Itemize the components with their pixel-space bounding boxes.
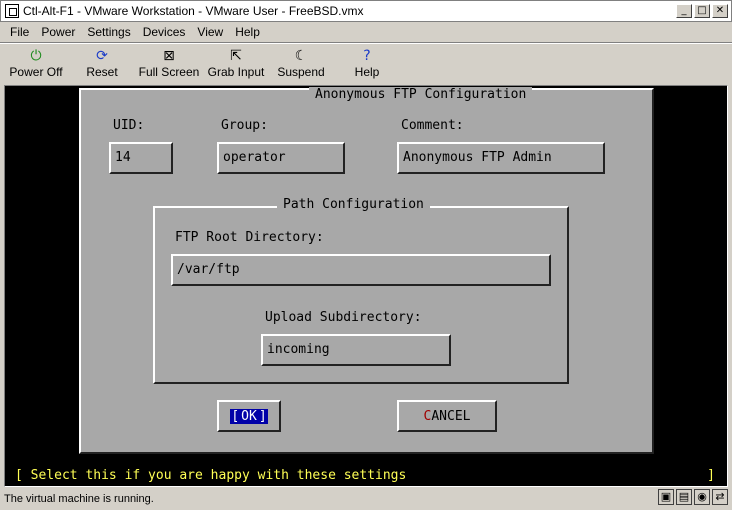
menu-devices[interactable]: Devices	[137, 25, 192, 39]
ok-bracket-right: ]	[257, 408, 268, 424]
moon-icon: ☾	[294, 48, 308, 64]
console-help-end: ]	[707, 468, 715, 483]
vm-console[interactable]: Anonymous FTP Configuration UID: 14 Grou…	[4, 85, 728, 487]
menu-file[interactable]: File	[4, 25, 35, 39]
cursor-icon: ⇱	[230, 48, 242, 64]
ok-button[interactable]: [OK]	[217, 400, 281, 432]
maximize-button[interactable]: □	[694, 4, 710, 18]
close-button[interactable]: ✕	[712, 4, 728, 18]
menu-help[interactable]: Help	[229, 25, 266, 39]
status-bar: The virtual machine is running. ▣ ▤ ◉ ⇄	[0, 487, 732, 510]
help-label: Help	[354, 65, 380, 79]
floppy-icon[interactable]: ▣	[658, 489, 674, 505]
power-off-button[interactable]: ⏻ Power Off	[0, 44, 72, 79]
status-text: The virtual machine is running.	[4, 492, 154, 505]
suspend-label: Suspend	[277, 65, 325, 79]
grab-input-button[interactable]: ⇱ Grab Input	[206, 44, 266, 79]
ftp-root-field[interactable]: /var/ftp	[171, 254, 551, 286]
menu-settings[interactable]: Settings	[81, 25, 136, 39]
menu-bar: File Power Settings Devices View Help	[0, 22, 732, 42]
help-button[interactable]: ? Help	[336, 44, 398, 79]
upload-label: Upload Subdirectory:	[265, 310, 422, 325]
comment-label: Comment:	[401, 118, 464, 133]
reset-button[interactable]: ⟳ Reset	[72, 44, 132, 79]
cancel-hotkey: C	[423, 408, 432, 424]
help-icon: ?	[363, 48, 371, 64]
cancel-button[interactable]: C ANCEL	[397, 400, 497, 432]
ok-bracket-left: [	[230, 408, 241, 424]
fullscreen-icon: ⊠	[163, 48, 175, 64]
comment-field[interactable]: Anonymous FTP Admin	[397, 142, 605, 174]
window-title: Ctl-Alt-F1 - VMware Workstation - VMware…	[23, 4, 364, 18]
uid-field[interactable]: 14	[109, 142, 173, 174]
ok-label: OK	[240, 408, 258, 424]
power-icon: ⏻	[30, 48, 42, 64]
ftp-config-dialog: Anonymous FTP Configuration UID: 14 Grou…	[79, 87, 654, 454]
suspend-button[interactable]: ☾ Suspend	[266, 44, 336, 79]
uid-label: UID:	[113, 118, 145, 133]
menu-view[interactable]: View	[191, 25, 229, 39]
path-config-title: Path Configuration	[277, 197, 430, 212]
minimize-button[interactable]: _	[676, 4, 692, 18]
group-field[interactable]: operator	[217, 142, 345, 174]
power-off-label: Power Off	[9, 65, 63, 79]
reset-icon: ⟳	[96, 48, 108, 64]
path-config-frame: Path Configuration FTP Root Directory: /…	[153, 197, 569, 384]
console-help-line: [ Select this if you are happy with thes…	[15, 468, 719, 483]
vmware-app-icon	[5, 4, 19, 18]
disk-icon[interactable]: ▤	[676, 489, 692, 505]
dialog-title: Anonymous FTP Configuration	[309, 87, 533, 102]
full-screen-button[interactable]: ⊠ Full Screen	[132, 44, 206, 79]
console-help-text: [ Select this if you are happy with thes…	[15, 468, 407, 483]
network-icon[interactable]: ⇄	[712, 489, 728, 505]
ftp-root-label: FTP Root Directory:	[175, 230, 324, 245]
cdrom-icon[interactable]: ◉	[694, 489, 710, 505]
reset-label: Reset	[86, 65, 118, 79]
full-screen-label: Full Screen	[138, 65, 200, 79]
grab-input-label: Grab Input	[207, 65, 265, 79]
toolbar: ⏻ Power Off ⟳ Reset ⊠ Full Screen ⇱ Grab…	[0, 44, 732, 82]
upload-field[interactable]: incoming	[261, 334, 451, 366]
title-bar: Ctl-Alt-F1 - VMware Workstation - VMware…	[0, 0, 732, 22]
cancel-label: ANCEL	[431, 408, 471, 424]
group-label: Group:	[221, 118, 268, 133]
menu-power[interactable]: Power	[35, 25, 81, 39]
